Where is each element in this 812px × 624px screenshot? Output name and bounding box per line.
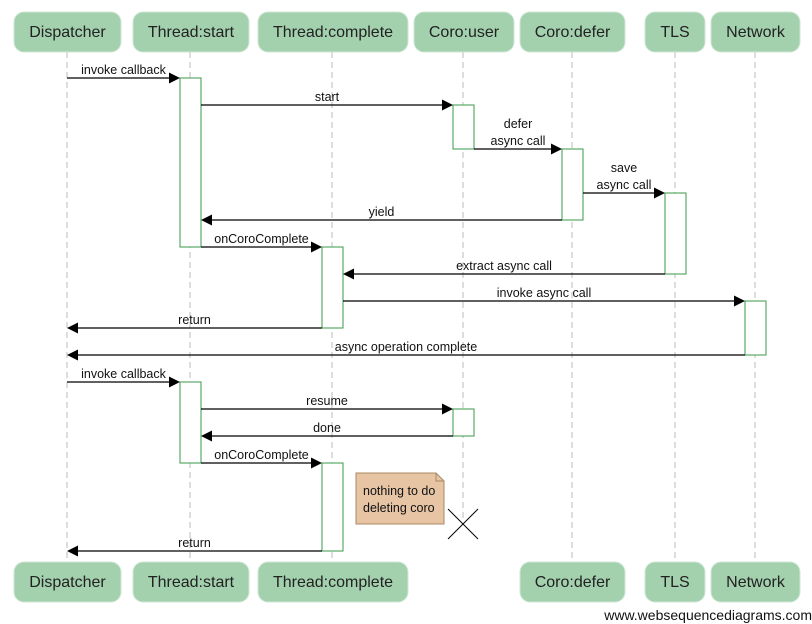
message-label: invoke async call (497, 286, 592, 300)
arrowhead-icon (734, 295, 745, 307)
actor-dispatcher-top: Dispatcher (13, 11, 122, 53)
actor-label: Dispatcher (29, 24, 106, 41)
actor-label: TLS (660, 574, 689, 591)
actor-network-bottom: Network (710, 561, 801, 603)
activation-coro-user (452, 408, 475, 437)
actor-label: Network (726, 24, 786, 41)
message-invoke-callback: invoke callback (67, 367, 180, 388)
message-label: start (315, 90, 340, 104)
watermark: www.websequencediagrams.com (603, 607, 812, 623)
activation-coro-user (452, 104, 475, 150)
message-label: onCoroComplete (214, 232, 309, 246)
actor-label: Thread:complete (273, 24, 393, 41)
actor-network-top: Network (710, 11, 801, 53)
arrowhead-icon (311, 241, 322, 253)
message-return: return (67, 536, 322, 557)
actor-label: Thread:start (148, 574, 235, 591)
message-oncorocomplete: onCoroComplete (201, 448, 322, 469)
message-label: onCoroComplete (214, 448, 309, 462)
arrowhead-icon (67, 545, 78, 557)
actor-label: TLS (660, 24, 689, 41)
message-label: return (178, 313, 211, 327)
activation-thread-complete (321, 246, 344, 329)
arrowhead-icon (442, 99, 453, 111)
actor-label: Thread:complete (273, 574, 393, 591)
arrowhead-icon (67, 349, 78, 361)
actor-thread-complete-bottom: Thread:complete (257, 561, 409, 603)
arrowhead-icon (169, 376, 180, 388)
actor-tls-bottom: TLS (644, 561, 706, 603)
message-label: return (178, 536, 211, 550)
message-yield: yield (201, 205, 562, 226)
message-resume: resume (201, 394, 453, 415)
actor-label: Dispatcher (29, 574, 106, 591)
actor-thread-start-bottom: Thread:start (132, 561, 250, 603)
message-done: done (201, 421, 453, 442)
arrowhead-icon (169, 72, 180, 84)
message-save-async-call: save async call (583, 161, 665, 199)
activation-coro-defer (561, 148, 584, 221)
actor-coro-user-top: Coro:user (413, 11, 515, 53)
actor-label: Network (726, 574, 786, 591)
actor-label: Thread:start (148, 24, 235, 41)
message-label: yield (369, 205, 395, 219)
message-label: defer (504, 117, 533, 131)
note-text: deleting coro (363, 501, 435, 515)
message-start: start (201, 90, 453, 111)
actor-coro-defer-top: Coro:defer (519, 11, 626, 53)
message-invoke-async-call: invoke async call (343, 286, 745, 307)
note-text: nothing to do (363, 484, 435, 498)
arrowhead-icon (201, 430, 212, 442)
activation-thread-start (179, 381, 202, 464)
message-label: async operation complete (335, 340, 477, 354)
arrowhead-icon (201, 214, 212, 226)
arrowhead-icon (442, 403, 453, 415)
activation-network (744, 300, 767, 356)
actor-thread-start-top: Thread:start (132, 11, 250, 53)
message-label: done (313, 421, 341, 435)
actor-tls-top: TLS (644, 11, 706, 53)
message-extract-async-call: extract async call (343, 259, 665, 280)
actor-dispatcher-bottom: Dispatcher (13, 561, 122, 603)
actor-label: Coro:defer (535, 24, 611, 41)
message-label: invoke callback (81, 63, 167, 77)
activation-thread-complete (321, 462, 344, 552)
activation-tls (664, 192, 687, 275)
message-label: async call (597, 178, 652, 192)
actor-label: Coro:defer (535, 574, 611, 591)
message-label: resume (306, 394, 348, 408)
arrowhead-icon (67, 322, 78, 334)
sequence-diagram: invoke callback start defer async call save a… (13, 11, 812, 623)
message-return: return (67, 313, 322, 334)
message-invoke-callback: invoke callback (67, 63, 180, 84)
arrowhead-icon (654, 187, 665, 199)
actor-thread-complete-top: Thread:complete (257, 11, 409, 53)
note-box (355, 472, 445, 525)
message-defer-async-call: defer async call (474, 117, 562, 155)
note: nothing to do deleting coro (355, 472, 445, 525)
message-label: invoke callback (81, 367, 167, 381)
message-label: save (611, 161, 637, 175)
message-async-operation-complete: async operation complete (67, 340, 745, 361)
arrowhead-icon (311, 457, 322, 469)
message-label: extract async call (456, 259, 552, 273)
arrowhead-icon (343, 268, 354, 280)
message-oncorocomplete: onCoroComplete (201, 232, 322, 253)
actor-label: Coro:user (429, 24, 500, 41)
activation-thread-start (179, 77, 202, 248)
message-label: async call (491, 134, 546, 148)
arrowhead-icon (551, 143, 562, 155)
actor-coro-defer-bottom: Coro:defer (519, 561, 626, 603)
